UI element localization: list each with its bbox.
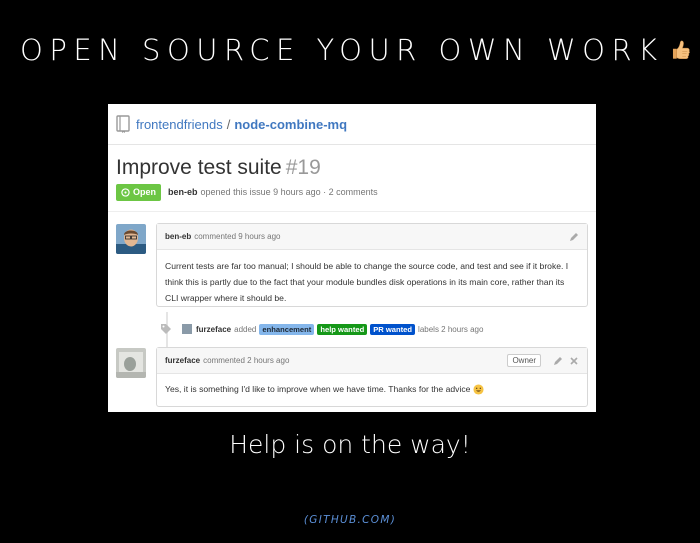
issue-opened-icon — [121, 187, 130, 197]
label-event: furzeface added enhancement help wanted … — [160, 321, 483, 337]
label-help-wanted[interactable]: help wanted — [317, 323, 368, 335]
divider — [108, 144, 596, 145]
repo-separator: / — [226, 116, 231, 132]
comment-author-link[interactable]: ben-eb — [165, 232, 191, 241]
slide-caption: Help is on the way! — [229, 430, 471, 459]
source-credit: (GITHUB.COM) — [303, 514, 397, 526]
issue-number: #19 — [285, 156, 321, 179]
issue-state-badge: Open — [116, 183, 162, 201]
divider — [108, 211, 596, 212]
avatar-image — [116, 224, 146, 254]
issue-author-link[interactable]: ben-eb — [168, 187, 198, 197]
issue-state-label: Open — [133, 187, 157, 197]
repo-name-link[interactable]: node-combine-mq — [234, 117, 347, 132]
slide-title-text: OPEN SOURCE YOUR OWN WORK — [20, 33, 664, 67]
smile-emoji-icon — [473, 383, 484, 395]
close-icon[interactable] — [570, 357, 578, 365]
pencil-icon[interactable] — [553, 356, 563, 366]
comment-body: Current tests are far too manual; I shou… — [165, 261, 569, 303]
pencil-icon[interactable] — [569, 232, 579, 242]
event-meta: labels 2 hours ago — [418, 324, 484, 334]
event-action: added — [234, 324, 257, 334]
comment-meta: commented 2 hours ago — [203, 356, 290, 365]
github-issue-screenshot: frontendfriends / node-combine-mq Improv… — [108, 104, 596, 412]
avatar-image — [116, 348, 146, 378]
owner-badge: Owner — [507, 354, 541, 367]
avatar[interactable] — [116, 224, 146, 254]
comment-header: ben-eb commented 9 hours ago — [157, 224, 587, 250]
issue-meta: opened this issue 9 hours ago · 2 commen… — [200, 187, 378, 197]
repo-book-icon — [116, 115, 130, 133]
issue-title: Improve test suite #19 — [116, 156, 321, 180]
thumbs-up-icon — [672, 40, 690, 59]
issue-title-text: Improve test suite — [116, 156, 282, 179]
repo-breadcrumb: frontendfriends / node-combine-mq — [116, 114, 347, 134]
avatar[interactable] — [182, 324, 192, 334]
comment: ben-eb commented 9 hours ago Current tes… — [156, 223, 588, 307]
comment-author-link[interactable]: furzeface — [165, 356, 200, 365]
comment: furzeface commented 2 hours ago Owner Ye… — [156, 347, 588, 407]
label-enhancement[interactable]: enhancement — [259, 323, 315, 335]
comment-meta: commented 9 hours ago — [194, 232, 281, 241]
comment-header: furzeface commented 2 hours ago Owner — [157, 348, 587, 374]
event-actor-link[interactable]: furzeface — [196, 325, 231, 334]
label-pr-wanted[interactable]: PR wanted — [370, 323, 416, 335]
repo-owner-link[interactable]: frontendfriends — [136, 117, 223, 132]
issue-state-row: Open ben-eb opened this issue 9 hours ag… — [116, 183, 378, 201]
tag-icon — [161, 324, 171, 334]
comment-body: Yes, it is something I'd like to improve… — [165, 384, 471, 394]
avatar[interactable] — [116, 348, 146, 378]
slide-title: OPEN SOURCE YOUR OWN WORK — [20, 30, 690, 70]
comment-body-row: Yes, it is something I'd like to improve… — [165, 381, 579, 397]
